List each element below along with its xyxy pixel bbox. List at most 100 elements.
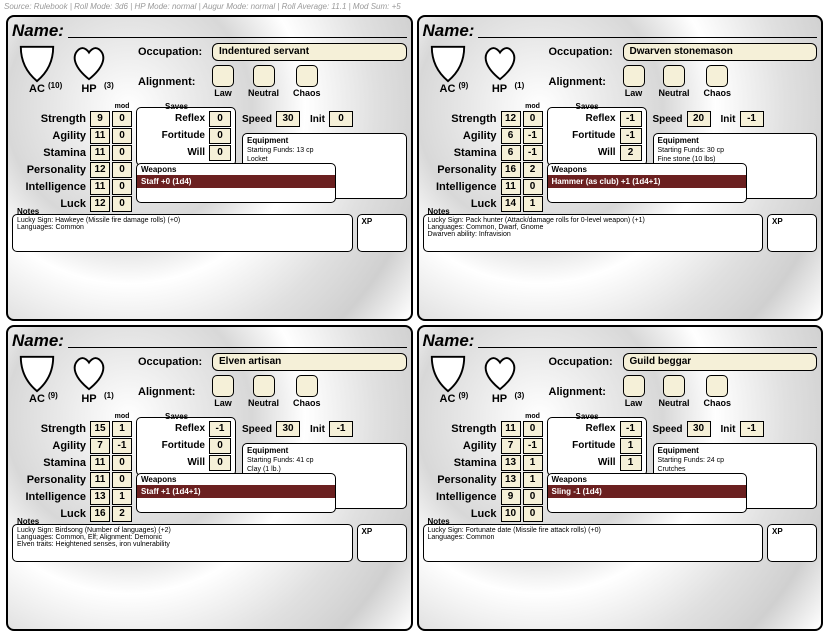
xp-box[interactable]: XP	[357, 524, 407, 562]
speed-label: Speed	[242, 114, 272, 125]
hp-value: (3)	[515, 391, 525, 400]
ability-value: 11	[501, 421, 521, 437]
abilities-block: mod Strength 12 0 Agility 6 -1 Stamina 6…	[423, 103, 543, 212]
ability-mod: 0	[523, 179, 543, 195]
hp-value: (1)	[104, 391, 114, 400]
notes-title: Notes	[428, 207, 450, 216]
law-label: Law	[623, 398, 645, 408]
ability-mod: 0	[112, 196, 132, 212]
alignment-neutral-box[interactable]	[663, 65, 685, 87]
ability-mod: 0	[112, 455, 132, 471]
notes-box: Notes Lucky Sign: Hawkeye (Missile fire …	[12, 214, 353, 252]
ability-label: Strength	[423, 423, 499, 435]
fortitude-value: 0	[209, 128, 231, 144]
ability-mod: -1	[112, 438, 132, 454]
occupation-field[interactable]: Guild beggar	[623, 353, 818, 371]
name-field[interactable]	[68, 334, 407, 348]
occupation-field[interactable]: Indentured servant	[212, 43, 407, 61]
ability-label: Agility	[423, 130, 499, 142]
ability-mod: 0	[523, 506, 543, 522]
saves-title: Saves	[165, 412, 188, 421]
name-label: Name:	[12, 21, 64, 41]
hp-block: (3) HP	[475, 353, 525, 411]
name-label: Name:	[12, 331, 64, 351]
will-value: 1	[620, 455, 642, 471]
weapon-entry: Hammer (as club) +1 (1d4+1)	[548, 175, 746, 188]
name-field[interactable]	[478, 334, 817, 348]
alignment-law-box[interactable]	[212, 375, 234, 397]
fortitude-label: Fortitude	[141, 440, 205, 451]
mod-header: mod	[112, 103, 132, 110]
ability-value: 7	[501, 438, 521, 454]
note-line: Lucky Sign: Fortunate date (Missile fire…	[428, 527, 759, 534]
name-field[interactable]	[478, 24, 817, 38]
ac-block: (10) AC	[12, 43, 62, 101]
fortitude-label: Fortitude	[552, 130, 616, 141]
reflex-label: Reflex	[141, 113, 205, 124]
note-line: Lucky Sign: Pack hunter (Attack/damage r…	[428, 217, 759, 224]
name-label: Name:	[423, 21, 475, 41]
reflex-label: Reflex	[552, 423, 616, 434]
xp-box[interactable]: XP	[767, 524, 817, 562]
ac-value: (9)	[459, 81, 469, 90]
law-label: Law	[212, 88, 234, 98]
fortitude-label: Fortitude	[552, 440, 616, 451]
note-line: Elven traits: Heightened senses, iron vu…	[17, 541, 348, 548]
occupation-field[interactable]: Elven artisan	[212, 353, 407, 371]
ability-label: Stamina	[12, 147, 88, 159]
alignment-chaos-box[interactable]	[296, 65, 318, 87]
alignment-chaos-box[interactable]	[296, 375, 318, 397]
mod-header: mod	[523, 413, 543, 420]
name-field[interactable]	[68, 24, 407, 38]
ability-value: 12	[501, 111, 521, 127]
init-value: -1	[329, 421, 353, 437]
ability-mod: 2	[523, 162, 543, 178]
character-card-2: Name: (9) AC (1) HP Occupation: Elv	[6, 325, 413, 631]
law-label: Law	[212, 398, 234, 408]
alignment-neutral-box[interactable]	[663, 375, 685, 397]
ability-mod: 0	[112, 128, 132, 144]
ability-label: Stamina	[423, 457, 499, 469]
notes-box: Notes Lucky Sign: Pack hunter (Attack/da…	[423, 214, 764, 252]
saves-title: Saves	[165, 102, 188, 111]
init-value: -1	[740, 421, 764, 437]
law-label: Law	[623, 88, 645, 98]
ability-mod: 1	[523, 196, 543, 212]
init-value: -1	[740, 111, 764, 127]
alignment-neutral-box[interactable]	[253, 375, 275, 397]
ac-value: (9)	[48, 391, 58, 400]
weapon-entry: Sling -1 (1d4)	[548, 485, 746, 498]
alignment-label: Alignment:	[138, 386, 206, 398]
occupation-field[interactable]: Dwarven stonemason	[623, 43, 818, 61]
character-card-3: Name: (9) AC (3) HP Occupation: Gui	[417, 325, 824, 631]
xp-box[interactable]: XP	[357, 214, 407, 252]
ability-mod: 1	[112, 421, 132, 437]
alignment-label: Alignment:	[138, 76, 206, 88]
ability-row-agi: Agility 11 0	[12, 127, 132, 144]
ability-value: 13	[90, 489, 110, 505]
alignment-law-box[interactable]	[623, 375, 645, 397]
ability-label: Agility	[423, 440, 499, 452]
note-line: Lucky Sign: Hawkeye (Missile fire damage…	[17, 217, 348, 224]
alignment-neutral-box[interactable]	[253, 65, 275, 87]
speed-value: 30	[276, 421, 300, 437]
note-line: Languages: Common, Elf; Alignment: Demon…	[17, 534, 348, 541]
chaos-label: Chaos	[293, 88, 321, 98]
character-card-0: Name: (10) AC (3) HP Occupation: In	[6, 15, 413, 321]
hp-block: (1) HP	[475, 43, 525, 101]
init-label: Init	[721, 114, 736, 125]
alignment-law-box[interactable]	[212, 65, 234, 87]
speed-label: Speed	[242, 424, 272, 435]
abilities-block: mod Strength 15 1 Agility 7 -1 Stamina 1…	[12, 413, 132, 522]
weapons-title: Weapons	[548, 164, 746, 175]
alignment-chaos-box[interactable]	[706, 65, 728, 87]
alignment-chaos-box[interactable]	[706, 375, 728, 397]
chaos-label: Chaos	[704, 88, 732, 98]
ability-label: Personality	[12, 164, 88, 176]
ability-row-agi: Agility 7 -1	[12, 437, 132, 454]
will-label: Will	[552, 457, 616, 468]
xp-box[interactable]: XP	[767, 214, 817, 252]
ability-label: Stamina	[423, 147, 499, 159]
alignment-law-box[interactable]	[623, 65, 645, 87]
weapons-title: Weapons	[548, 474, 746, 485]
